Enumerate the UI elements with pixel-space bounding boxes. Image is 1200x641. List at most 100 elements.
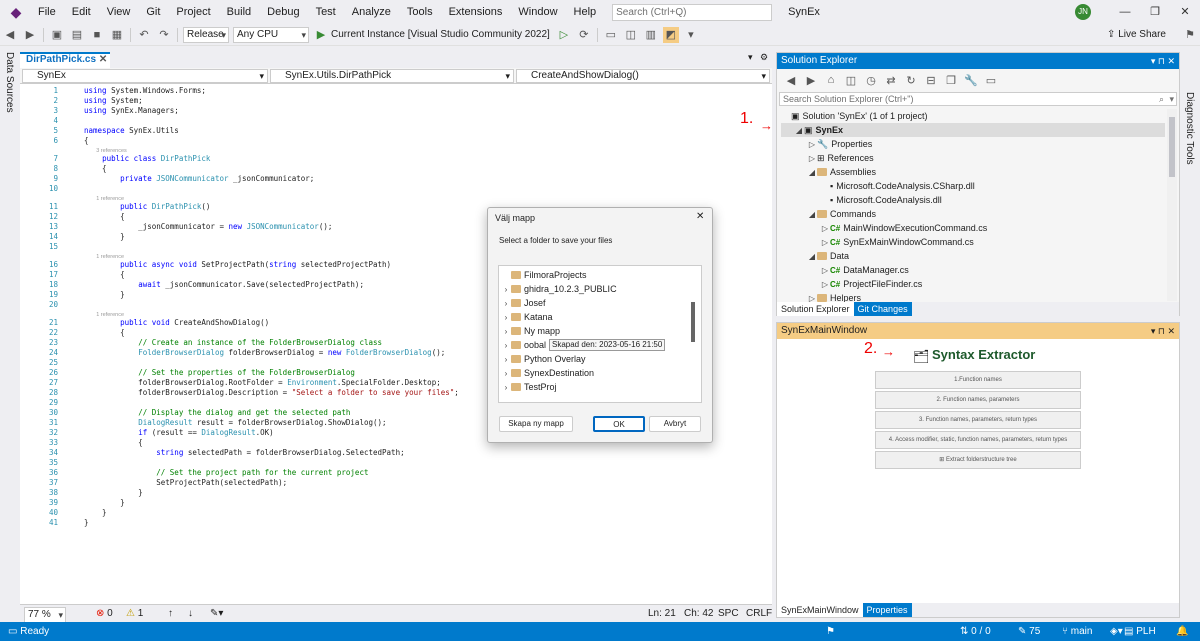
expand-icon[interactable]: › — [501, 339, 511, 353]
tree-item[interactable]: ▪ Microsoft.CodeAnalysis.dll — [781, 193, 1165, 207]
search-input[interactable]: Search (Ctrl+Q) — [612, 3, 773, 21]
tree-item[interactable]: ▷ C# ProjectFileFinder.cs — [781, 277, 1165, 291]
avatar[interactable]: JN — [1075, 4, 1091, 20]
tree-item[interactable]: ▷ C# MainWindowExecutionCommand.cs — [781, 221, 1165, 235]
new-folder-button[interactable]: Skapa ny mapp — [499, 416, 573, 432]
show-all-files-icon[interactable]: ❐ — [943, 72, 959, 88]
panel-buttons-icon[interactable]: ▾ ⊓ ✕ — [1151, 323, 1175, 339]
tree-item[interactable]: ◢ Data — [781, 249, 1165, 263]
member-dropdown[interactable]: CreateAndShowDialog() — [516, 69, 770, 83]
pending-changes-icon[interactable]: ◷ — [863, 72, 879, 88]
errors-indicator[interactable]: ⊗ 0 — [96, 608, 113, 619]
tab-git-changes[interactable]: Git Changes — [853, 302, 912, 316]
document-tab[interactable]: DirPathPick.cs ✕ — [20, 52, 110, 68]
dialog-close-icon[interactable]: ✕ — [696, 211, 704, 222]
menu-item-view[interactable]: View — [99, 0, 139, 24]
back-icon[interactable]: ◀ — [2, 27, 18, 43]
up-arrow-icon[interactable]: ↑ — [168, 608, 173, 619]
synex-toolbar-icon[interactable]: ◩ — [662, 26, 679, 43]
open-icon[interactable]: ▤ — [69, 27, 85, 43]
layout-icon[interactable]: ◫ — [623, 27, 639, 43]
preview-icon[interactable]: ▭ — [983, 72, 999, 88]
switch-views-icon[interactable]: ◫ — [843, 72, 859, 88]
expand-icon[interactable]: ◢ — [807, 166, 817, 180]
folder-item[interactable]: › SynexDestination — [501, 366, 691, 380]
expand-icon[interactable]: › — [501, 283, 511, 297]
menu-item-git[interactable]: Git — [138, 0, 168, 24]
close-tab-icon[interactable]: ✕ — [99, 54, 107, 65]
option-function-names[interactable]: 1.Function names — [875, 371, 1081, 389]
expand-icon[interactable]: ▷ — [807, 152, 817, 166]
project-dropdown[interactable]: SynEx — [22, 69, 268, 83]
configuration-dropdown[interactable]: Release — [183, 26, 229, 43]
tree-scrollbar[interactable] — [1167, 109, 1177, 301]
tree-item[interactable]: ▪ Microsoft.CodeAnalysis.CSharp.dll — [781, 179, 1165, 193]
expand-icon[interactable]: ▷ — [807, 138, 817, 152]
zoom-dropdown[interactable]: 77 % — [24, 607, 66, 623]
tree-item[interactable]: ◢ ▣ SynEx — [781, 123, 1165, 137]
notifications-icon[interactable]: ⚑ — [826, 626, 835, 637]
expand-icon[interactable]: ◢ — [807, 250, 817, 264]
menu-item-window[interactable]: Window — [510, 0, 565, 24]
tree-item[interactable]: ▣ Solution 'SynEx' (1 of 1 project) — [781, 109, 1165, 123]
folder-item[interactable]: › Python Overlay — [501, 352, 691, 366]
option-function-names-parameters[interactable]: 2. Function names, parameters — [875, 391, 1081, 409]
data-sources-tab[interactable]: Data Sources — [4, 52, 15, 113]
expand-icon[interactable]: ▷ — [820, 278, 830, 292]
tree-item[interactable]: ▷ C# DataManager.cs — [781, 263, 1165, 277]
folder-item[interactable]: › Ny mapp — [501, 324, 691, 338]
tree-item[interactable]: ▷ ⊞ References — [781, 151, 1165, 165]
folder-item[interactable]: › Katana — [501, 310, 691, 324]
expand-icon[interactable]: ◢ — [794, 124, 804, 138]
menu-item-file[interactable]: File — [30, 0, 64, 24]
forward-icon[interactable]: ▶ — [803, 72, 819, 88]
expand-icon[interactable]: ▷ — [820, 264, 830, 278]
run-without-debug-icon[interactable]: ▷ — [556, 27, 572, 43]
tab-dropdown-icon[interactable]: ▾ — [748, 52, 753, 63]
cancel-button[interactable]: Avbryt — [649, 416, 701, 432]
toolbar-overflow-icon[interactable]: ▾ — [683, 27, 699, 43]
expand-icon[interactable]: › — [501, 297, 511, 311]
refresh-icon[interactable]: ↻ — [903, 72, 919, 88]
expand-icon[interactable]: ▷ — [820, 222, 830, 236]
repo-indicator[interactable]: ◈▾ — [1110, 626, 1123, 637]
menu-item-project[interactable]: Project — [168, 0, 218, 24]
option-function-names-parameters-return-types[interactable]: 3. Function names, parameters, return ty… — [875, 411, 1081, 429]
panel-buttons-icon[interactable]: ▾ ⊓ ✕ — [1151, 53, 1175, 69]
branch-indicator[interactable]: ⑂ main — [1062, 626, 1092, 637]
tab-solution-explorer[interactable]: Solution Explorer — [777, 302, 854, 316]
folder-item[interactable]: › Josef — [501, 296, 691, 310]
menu-item-test[interactable]: Test — [308, 0, 344, 24]
browser-icon[interactable]: ▭ — [603, 27, 619, 43]
save-icon[interactable]: ■ — [89, 27, 105, 43]
feedback-icon[interactable]: ⚑ — [1182, 27, 1198, 43]
solution-explorer-search[interactable]: Search Solution Explorer (Ctrl+") ⌕ ▾ — [779, 92, 1177, 106]
forward-icon[interactable]: ▶ — [22, 27, 38, 43]
redo-icon[interactable]: ↷ — [156, 27, 172, 43]
expand-icon[interactable]: › — [501, 353, 511, 367]
menu-item-build[interactable]: Build — [219, 0, 259, 24]
warnings-indicator[interactable]: ⚠ 1 — [126, 608, 143, 619]
repository-name[interactable]: ▤ PLH — [1124, 626, 1156, 637]
save-all-icon[interactable]: ▦ — [109, 27, 125, 43]
sync-icon[interactable]: ⇄ — [883, 72, 899, 88]
back-icon[interactable]: ◀ — [783, 72, 799, 88]
minimize-icon[interactable]: — — [1110, 0, 1140, 24]
expand-icon[interactable]: ◢ — [807, 208, 817, 222]
menu-item-extensions[interactable]: Extensions — [441, 0, 511, 24]
new-item-icon[interactable]: ▣ — [49, 27, 65, 43]
expand-icon[interactable]: › — [501, 381, 511, 395]
menu-item-tools[interactable]: Tools — [399, 0, 441, 24]
ok-button[interactable]: OK — [593, 416, 645, 432]
tree-item[interactable]: ▷ 🔧 Properties — [781, 137, 1165, 151]
bell-icon[interactable]: 🔔 — [1176, 626, 1188, 637]
extension-icon[interactable]: ▥ — [643, 27, 659, 43]
menu-item-edit[interactable]: Edit — [64, 0, 99, 24]
spacing-indicator[interactable]: SPC — [718, 608, 739, 619]
undo-icon[interactable]: ↶ — [136, 27, 152, 43]
home-icon[interactable]: ⌂ — [823, 72, 839, 88]
folder-item[interactable]: › ghidra_10.2.3_PUBLIC — [501, 282, 691, 296]
tree-item[interactable]: ◢ Assemblies — [781, 165, 1165, 179]
run-button[interactable]: Current Instance [Visual Studio Communit… — [331, 29, 550, 40]
properties-icon[interactable]: 🔧 — [963, 72, 979, 88]
